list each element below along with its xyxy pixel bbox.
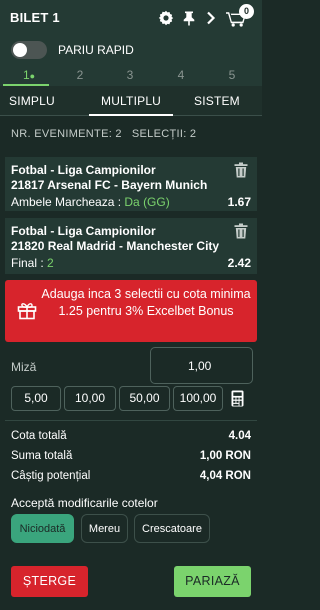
quick-bet-row: PARIU RAPID [0,36,262,64]
option-always[interactable]: Mereu [81,514,128,543]
step-5[interactable]: 5 [207,68,257,82]
total-odds-label: Cota totală [11,430,67,442]
bet-selection: Fotbal - Liga Campionilor 21817 Arsenal … [5,157,257,211]
ticket-header: BILET 1 0 [0,0,262,36]
ticket-title: BILET 1 [10,10,60,25]
bet-league: Fotbal - Liga Campionilor [11,224,156,238]
bet-market-label: Ambele Marcheaza : [11,195,125,209]
trash-icon[interactable] [234,223,248,239]
pin-icon[interactable] [181,10,197,26]
quick-stake-button[interactable]: 50,00 [119,386,170,411]
step-5-label: 5 [228,68,236,82]
step-4-label: 4 [177,68,185,82]
ticket-steps: 1● 2 3 4 5 [0,64,262,86]
bonus-text: Adauga inca 3 selectii cu cota minima 1.… [41,287,251,318]
accept-changes-title: Acceptă modificarile cotelor [11,496,158,510]
bet-market: Final : 2 [11,256,54,270]
quick-stake-button[interactable]: 5,00 [11,386,61,411]
total-stake-label: Suma totală [11,450,73,462]
bet-pick: Da (GG) [124,195,170,209]
chevron-right-icon[interactable] [203,10,219,26]
quick-bet-label: PARIU RAPID [58,43,134,57]
bet-odd: 1.67 [227,195,251,209]
quick-stake-button[interactable]: 100,00 [173,386,223,411]
step-3[interactable]: 3 [105,68,155,82]
trash-icon[interactable] [234,162,248,178]
bet-pick: 2 [47,256,54,270]
potential-win-label: Câștig potențial [11,470,91,482]
toggle-knob [13,43,27,57]
gift-icon [17,303,37,320]
option-never[interactable]: Niciodată [11,514,74,543]
delete-button[interactable]: ȘTERGE [11,566,88,597]
gear-icon[interactable] [158,10,174,26]
step-2-label: 2 [76,68,84,82]
stake-label: Miză [11,360,37,374]
cart-count-badge: 0 [239,4,254,19]
total-stake-value: 1,00 RON [199,450,251,462]
total-odds-value: 4.04 [228,430,251,442]
tab-sistem[interactable]: SISTEM [194,94,240,108]
step-4[interactable]: 4 [156,68,206,82]
tab-simplu[interactable]: SIMPLU [9,94,55,108]
option-increasing[interactable]: Crescatoare [134,514,210,543]
bet-odd: 2.42 [227,256,251,270]
active-tab-indicator [89,114,173,116]
step-1[interactable]: 1● [4,68,54,82]
quick-stake-button[interactable]: 10,00 [64,386,116,411]
events-selections-count: NR. EVENIMENTE: 2 SELECȚII: 2 [11,128,197,140]
calculator-icon[interactable] [231,390,244,407]
bet-market-label: Final : [11,256,48,270]
bet-selection: Fotbal - Liga Campionilor 21820 Real Mad… [5,218,257,274]
bet-market: Ambele Marcheaza : Da (GG) [11,195,170,209]
bet-match: 21817 Arsenal FC - Bayern Munich [11,178,208,192]
step-3-label: 3 [126,68,134,82]
bet-league: Fotbal - Liga Campionilor [11,163,156,177]
tab-multiplu[interactable]: MULTIPLU [101,94,161,108]
bet-type-tabs: SIMPLU MULTIPLU SISTEM [0,86,262,116]
quick-bet-toggle[interactable] [11,41,47,59]
place-bet-button[interactable]: PARIAZĂ [174,566,251,597]
bonus-banner: Adauga inca 3 selectii cu cota minima 1.… [5,280,257,342]
bet-match: 21820 Real Madrid - Manchester City [11,239,220,253]
divider [5,420,257,421]
step-1-label: 1 [22,68,30,82]
stake-input[interactable] [150,347,253,384]
step-2[interactable]: 2 [55,68,105,82]
potential-win-value: 4,04 RON [199,470,251,482]
